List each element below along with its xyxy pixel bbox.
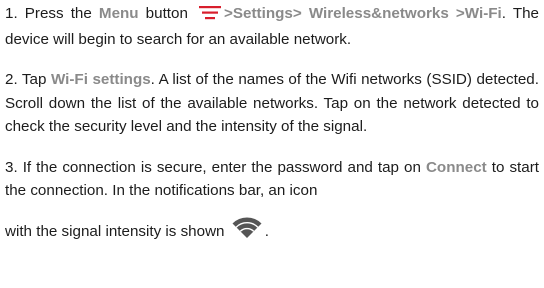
wifi-keyword: Wi-Fi <box>464 5 502 22</box>
step-1-prefix: 1. Press the <box>5 5 99 22</box>
step-1-paragraph: 1. Press the Menu button >Settings> Wire… <box>5 2 539 51</box>
wireless-networks-keyword: Wireless&networks <box>308 5 449 22</box>
step-3-gap <box>5 203 539 217</box>
menu-keyword: Menu <box>98 5 139 22</box>
step-3-paragraph: 3. If the connection is secure, enter th… <box>5 156 539 247</box>
connect-keyword: Connect <box>425 158 487 176</box>
step-3-prefix: 3. If the connection is secure, enter th… <box>5 158 426 176</box>
step-3-last-line: with the signal intensity is shown <box>5 222 229 240</box>
instruction-document: 1. Press the Menu button >Settings> Wire… <box>0 0 544 246</box>
step-2-prefix: 2. Tap <box>5 71 51 88</box>
settings-keyword: Settings <box>232 5 293 22</box>
step-3-end: . <box>264 222 269 240</box>
step-1-sep-3: > <box>455 5 465 22</box>
step-1-button-word: button <box>138 5 196 22</box>
wifi-settings-keyword: Wi-Fi settings <box>50 71 151 88</box>
step-1-sep-1: > <box>224 5 233 22</box>
step-1-sep-2: > <box>292 5 309 22</box>
step-2-paragraph: 2. Tap Wi-Fi settings. A list of the nam… <box>5 68 539 139</box>
menu-icon <box>199 4 222 28</box>
wifi-signal-icon <box>232 216 262 247</box>
